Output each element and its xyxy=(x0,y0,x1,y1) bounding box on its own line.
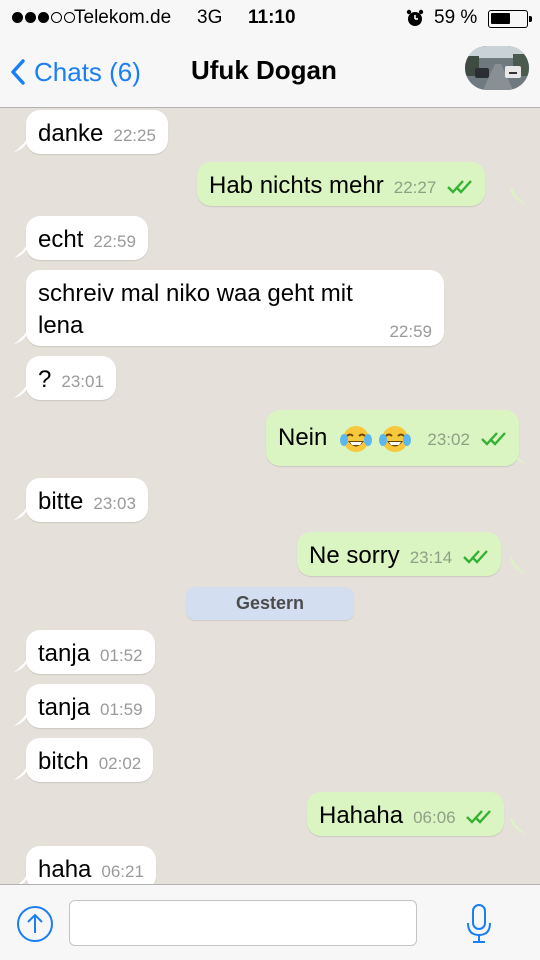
message-text: Nein xyxy=(278,424,328,451)
incoming-message[interactable]: echt 22:59 xyxy=(26,216,148,260)
outgoing-message[interactable]: Hab nichts mehr 22:27 xyxy=(197,162,485,206)
bubble-tail xyxy=(19,872,30,884)
message-input[interactable] xyxy=(69,900,417,946)
chevron-left-icon xyxy=(11,59,25,85)
clock: 11:10 xyxy=(248,7,296,28)
message-text: bitte xyxy=(38,488,84,515)
message-time: 22:59 xyxy=(93,232,136,251)
microphone-icon[interactable] xyxy=(464,903,494,945)
battery-percent: 59 % xyxy=(434,7,478,28)
bubble-tail xyxy=(14,382,30,398)
carrier-name: Telekom.de xyxy=(74,7,172,28)
outgoing-message[interactable]: Ne sorry 23:14 xyxy=(297,532,501,576)
message-text: Hahaha xyxy=(319,802,404,829)
face-with-tears-of-joy-icon xyxy=(378,425,411,452)
incoming-message[interactable]: bitte 23:03 xyxy=(26,478,148,522)
battery-icon xyxy=(488,10,532,28)
double-check-read-icon xyxy=(466,809,492,824)
bubble-tail xyxy=(14,504,30,520)
incoming-message[interactable]: tanja 01:59 xyxy=(26,684,155,728)
message-text: ? xyxy=(38,366,52,393)
contact-name[interactable]: Ufuk Dogan xyxy=(191,55,337,86)
message-text: tanja xyxy=(38,694,91,721)
bubble-tail xyxy=(510,558,526,574)
incoming-message[interactable]: haha 06:21 xyxy=(26,846,156,884)
back-to-chats-button[interactable]: Chats (6) xyxy=(10,52,141,92)
date-divider: Gestern xyxy=(186,587,354,620)
avatar-photo-icon xyxy=(465,46,529,90)
double-check-read-icon xyxy=(447,179,472,194)
message-list[interactable]: danke 22:25 Hab nichts mehr 22:27 echt 22:5… xyxy=(0,108,540,884)
message-text-line: lena xyxy=(38,312,84,339)
signal-strength-icon xyxy=(12,12,75,23)
message-time: 06:21 xyxy=(101,862,144,881)
contact-avatar[interactable] xyxy=(465,46,529,90)
message-text: Ne sorry xyxy=(309,542,400,569)
message-time: 23:02 xyxy=(427,430,470,449)
network-type: 3G xyxy=(197,7,223,28)
message-time: 22:59 xyxy=(389,322,432,341)
message-text: echt xyxy=(38,226,84,253)
incoming-message[interactable]: tanja 01:52 xyxy=(26,630,155,674)
status-bar: Telekom.de 3G 11:10 59 % xyxy=(0,0,540,38)
face-with-tears-of-joy-icon xyxy=(340,425,373,452)
bubble-tail xyxy=(14,710,30,726)
message-time: 01:59 xyxy=(100,700,143,719)
incoming-message[interactable]: schreiv mal niko waa geht mit lena 22:59 xyxy=(26,270,444,346)
alarm-clock-icon xyxy=(406,9,424,26)
incoming-message[interactable]: bitch 02:02 xyxy=(26,738,154,782)
message-time: 23:01 xyxy=(61,372,104,391)
message-text: danke xyxy=(38,120,104,147)
bubble-tail xyxy=(14,136,30,152)
message-time: 01:52 xyxy=(100,646,143,665)
message-composer xyxy=(0,884,540,960)
double-check-read-icon xyxy=(463,549,488,564)
bubble-tail xyxy=(14,656,30,672)
message-text: haha xyxy=(38,856,92,883)
upload-arrow-icon[interactable] xyxy=(16,905,54,943)
back-label: Chats (6) xyxy=(34,56,141,87)
message-text: bitch xyxy=(38,748,89,775)
bubble-tail xyxy=(510,188,526,204)
message-time: 22:25 xyxy=(113,126,156,145)
message-time: 23:03 xyxy=(93,494,136,513)
message-time: 02:02 xyxy=(98,754,142,773)
bubble-tail xyxy=(510,818,526,834)
outgoing-message[interactable]: Hahaha 06:06 xyxy=(307,792,505,836)
bubble-tail xyxy=(510,448,526,464)
bubble-tail xyxy=(14,764,30,780)
message-time: 22:27 xyxy=(393,178,437,197)
bubble-tail xyxy=(14,242,30,258)
message-time: 23:14 xyxy=(409,548,453,567)
chat-header: Chats (6) Ufuk Dogan xyxy=(0,38,540,108)
message-time: 06:06 xyxy=(413,808,456,827)
double-check-read-icon xyxy=(480,431,506,446)
message-text-line: schreiv mal niko waa geht mit xyxy=(38,280,353,307)
message-text: Hab nichts mehr xyxy=(209,172,384,199)
incoming-message[interactable]: danke 22:25 xyxy=(26,110,168,154)
message-text: tanja xyxy=(38,640,91,667)
outgoing-message[interactable]: Nein 23:02 xyxy=(266,410,519,466)
bubble-tail xyxy=(14,328,30,344)
incoming-message[interactable]: ? 23:01 xyxy=(26,356,116,400)
